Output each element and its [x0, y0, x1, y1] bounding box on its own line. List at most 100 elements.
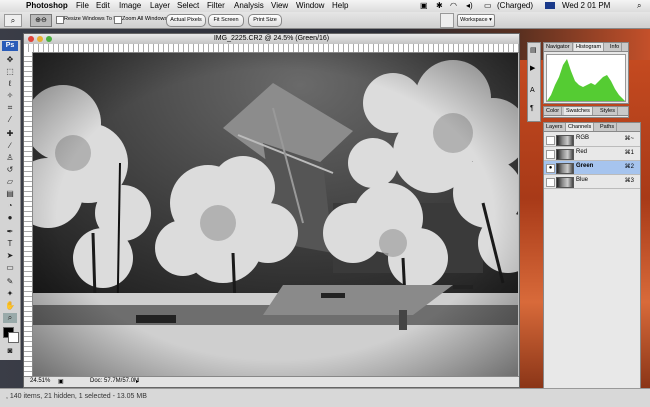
channel-row-green[interactable]: ● Green ⌘2 — [544, 161, 640, 175]
channel-thumbnail — [556, 177, 574, 188]
channel-shortcut: ⌘~ — [624, 136, 634, 142]
ps-icon[interactable]: ▣ — [420, 0, 428, 12]
actions-icon[interactable]: ▶ — [530, 65, 535, 73]
color-panel-tabs: Color Swatches Styles — [544, 107, 628, 116]
menu-analysis[interactable]: Analysis — [234, 0, 264, 12]
channels-panel-tabs: Layers Channels Paths — [544, 123, 640, 132]
history-brush-icon[interactable]: ↺ — [3, 165, 17, 175]
tab-channels[interactable]: Channels — [566, 123, 595, 131]
pen-tool-icon[interactable]: ✒ — [3, 227, 17, 237]
tab-styles[interactable]: Styles — [598, 107, 618, 115]
color-panel: Color Swatches Styles — [543, 106, 629, 118]
channel-row-red[interactable]: Red ⌘1 — [544, 147, 640, 161]
visibility-icon[interactable] — [546, 178, 555, 187]
fit-screen-button[interactable]: Fit Screen — [208, 14, 244, 27]
zoom-all-checkbox[interactable] — [114, 16, 122, 24]
histogram-panel: Navigator Histogram Info — [543, 42, 629, 104]
paragraph-icon[interactable]: ¶ — [530, 105, 534, 113]
healing-brush-icon[interactable]: ✚ — [3, 129, 17, 139]
ps-logo-icon[interactable]: Ps — [2, 41, 18, 51]
tab-histogram[interactable]: Histogram — [574, 43, 605, 51]
path-select-icon[interactable]: ➤ — [3, 251, 17, 261]
menu-select[interactable]: Select — [177, 0, 199, 12]
marquee-tool-icon[interactable]: ⬚ — [3, 67, 17, 77]
bluetooth-icon[interactable]: ✱ — [436, 0, 443, 12]
resize-windows-checkbox[interactable] — [56, 16, 64, 24]
menu-window[interactable]: Window — [296, 0, 324, 12]
channel-thumbnail — [556, 163, 574, 174]
crop-tool-icon[interactable]: ⌗ — [3, 103, 17, 113]
document-title: IMG_2225.CR2 @ 24.5% (Green/16) — [213, 35, 330, 42]
menu-filter[interactable]: Filter — [207, 0, 225, 12]
menu-help[interactable]: Help — [332, 0, 348, 12]
menu-file[interactable]: File — [76, 0, 89, 12]
doc-size[interactable]: Doc: 57.7M/57.0M — [90, 378, 139, 384]
finder-status-bar: , 140 items, 21 hidden, 1 selected - 13.… — [0, 388, 650, 407]
status-arrow-icon[interactable]: ▸ — [136, 378, 139, 385]
channel-shortcut: ⌘3 — [624, 178, 634, 184]
character-icon[interactable]: A — [530, 87, 535, 95]
menu-layer[interactable]: Layer — [150, 0, 170, 12]
tab-layers[interactable]: Layers — [544, 123, 566, 131]
history-icon[interactable]: ▤ — [530, 47, 537, 55]
channel-name: Blue — [576, 177, 589, 183]
tab-paths[interactable]: Paths — [598, 123, 618, 131]
magic-wand-icon[interactable]: ✧ — [3, 91, 17, 101]
status-icon[interactable]: ▣ — [58, 378, 64, 385]
print-size-button[interactable]: Print Size — [248, 14, 282, 27]
channel-name: RGB — [576, 135, 590, 141]
toolbox: Ps ✥ ⬚ ℓ ✧ ⌗ ⁄ ✚ ∕ ♙ ↺ ▱ ▤ ◔ ● ✒ T ➤ ▭ ✎… — [0, 40, 21, 360]
ruler-vertical[interactable] — [24, 52, 33, 376]
eraser-tool-icon[interactable]: ▱ — [3, 177, 17, 187]
channel-row-rgb[interactable]: RGB ⌘~ — [544, 133, 640, 147]
eye-icon[interactable]: ● — [546, 164, 555, 173]
tab-navigator[interactable]: Navigator — [544, 43, 573, 51]
notes-tool-icon[interactable]: ✎ — [3, 277, 17, 287]
lasso-tool-icon[interactable]: ℓ — [3, 79, 17, 89]
battery-icon[interactable]: ▭ — [484, 0, 492, 12]
workspace-menu[interactable]: Workspace ▾ — [457, 14, 495, 27]
menu-image[interactable]: Image — [119, 0, 141, 12]
measure-tool-icon[interactable]: ✦ — [3, 289, 17, 299]
flag-icon[interactable] — [545, 2, 555, 9]
panel-dock-strip: ▤ ▶ A ¶ — [527, 42, 541, 122]
menu-view[interactable]: View — [271, 0, 288, 12]
palette-well-icon[interactable] — [440, 13, 454, 28]
clone-stamp-icon[interactable]: ♙ — [3, 153, 17, 163]
zoom-mode-icon[interactable]: ⊕⊖ — [30, 14, 52, 27]
tab-swatches[interactable]: Swatches — [564, 107, 593, 115]
actual-pixels-button[interactable]: Actual Pixels — [166, 14, 206, 27]
visibility-icon[interactable] — [546, 150, 555, 159]
channel-name: Red — [576, 149, 588, 155]
app-menu[interactable]: Photoshop — [26, 0, 68, 12]
channel-row-blue[interactable]: Blue ⌘3 — [544, 175, 640, 189]
visibility-icon[interactable] — [546, 136, 555, 145]
options-bar: ⌕ ⊕⊖ Resize Windows To Fit Zoom All Wind… — [0, 12, 650, 29]
zoom-tool-icon[interactable]: ⌕ — [4, 14, 22, 27]
resize-windows-label: Resize Windows To Fit — [64, 16, 120, 22]
type-tool-icon[interactable]: T — [3, 239, 17, 249]
brush-tool-icon[interactable]: ∕ — [3, 141, 17, 151]
shape-tool-icon[interactable]: ▭ — [3, 263, 17, 273]
finder-status-text: , 140 items, 21 hidden, 1 selected - 13.… — [6, 393, 147, 400]
wifi-icon[interactable]: ◠ — [450, 0, 457, 12]
channels-panel: Layers Channels Paths RGB ⌘~ Red ⌘1 ● Gr… — [543, 122, 641, 402]
hand-tool-icon[interactable]: ✋ — [3, 301, 17, 311]
gradient-tool-icon[interactable]: ▤ — [3, 189, 17, 199]
dodge-tool-icon[interactable]: ● — [3, 213, 17, 223]
ruler-horizontal[interactable] — [24, 44, 519, 53]
blur-tool-icon[interactable]: ◔ — [3, 201, 17, 211]
zoom-tool-icon[interactable]: ⌕ — [3, 313, 17, 323]
tab-info[interactable]: Info — [608, 43, 623, 51]
move-tool-icon[interactable]: ✥ — [3, 55, 17, 65]
tab-color[interactable]: Color — [544, 107, 563, 115]
quick-mask-icon[interactable]: ◙ — [3, 346, 17, 356]
background-color-swatch[interactable] — [8, 332, 19, 343]
menu-edit[interactable]: Edit — [96, 0, 110, 12]
spotlight-icon[interactable]: ⌕ — [637, 0, 641, 12]
clock[interactable]: Wed 2 01 PM — [562, 0, 610, 12]
volume-icon[interactable]: ◂) — [466, 0, 473, 12]
eyedropper-icon[interactable]: ⁄ — [3, 115, 17, 125]
document-canvas[interactable] — [33, 53, 518, 376]
zoom-level[interactable]: 24.51% — [30, 378, 50, 384]
